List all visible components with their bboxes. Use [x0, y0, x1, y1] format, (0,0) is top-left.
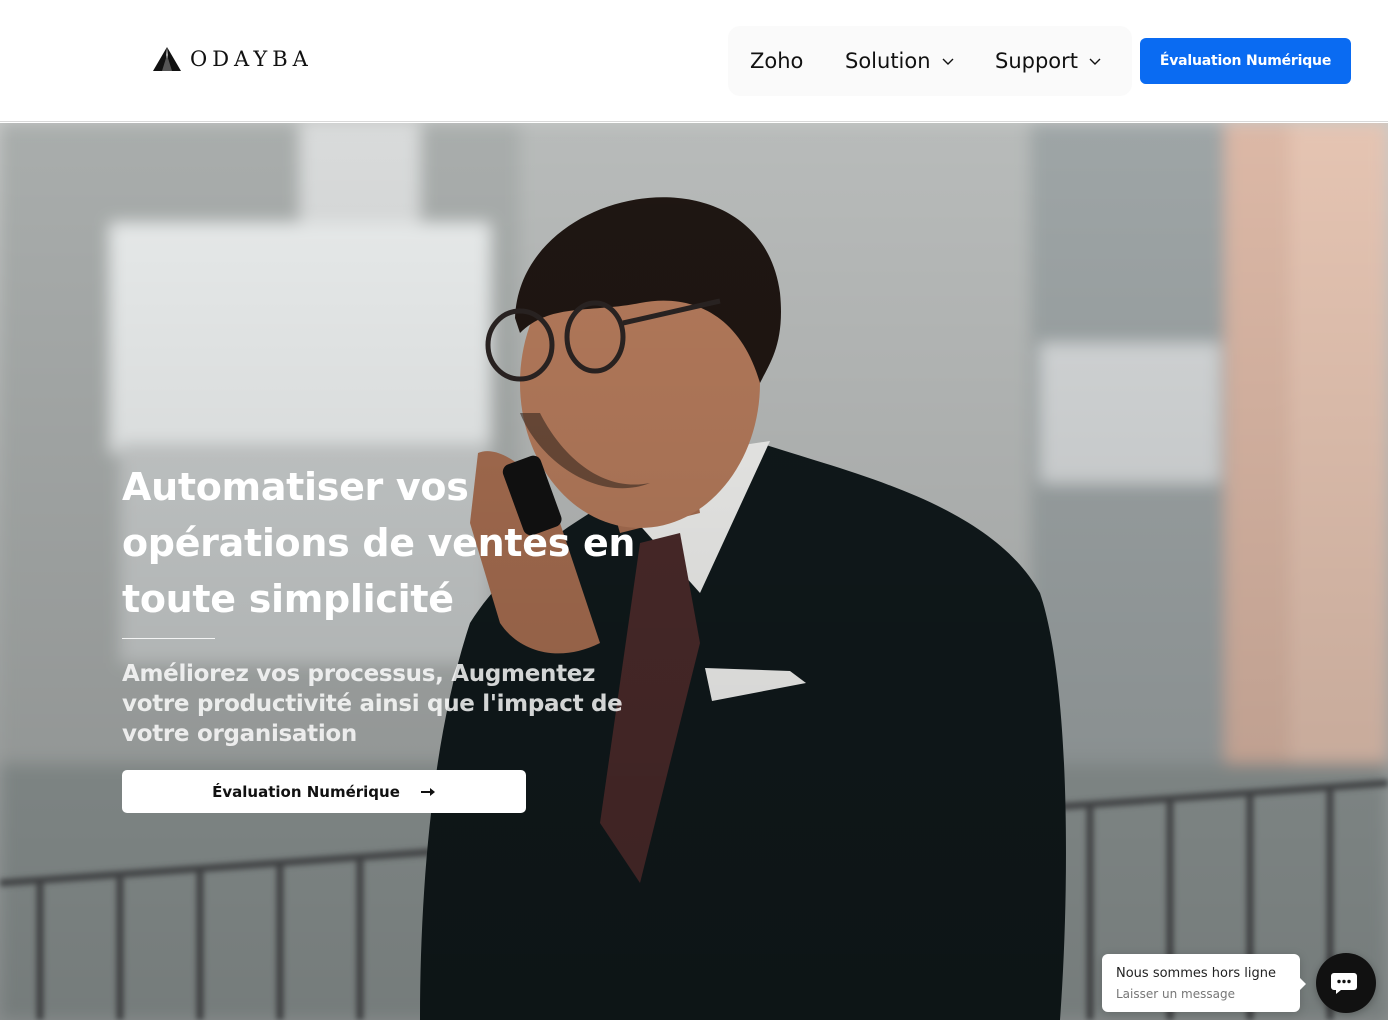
chat-offline-bubble[interactable]: Nous sommes hors ligne Laisser un messag…: [1102, 954, 1306, 1012]
chevron-down-icon: [941, 56, 955, 66]
chat-icon: [1331, 973, 1357, 994]
nav-item-label: Support: [995, 49, 1079, 73]
hero-divider: [122, 638, 215, 639]
button-label: Évaluation Numérique: [212, 782, 400, 801]
odayba-logo-icon: [153, 47, 181, 71]
logo-text: ODAYBA: [190, 46, 313, 71]
evaluation-button-hero[interactable]: Évaluation Numérique: [122, 770, 526, 813]
nav-item-solution[interactable]: Solution: [845, 44, 955, 78]
logo[interactable]: ODAYBA: [152, 45, 313, 73]
chat-status-text: Nous sommes hors ligne: [1116, 966, 1276, 981]
evaluation-button-header[interactable]: Évaluation Numérique: [1140, 38, 1351, 84]
hero-section: Automatiser vos opérations de ventes en …: [0, 123, 1388, 1020]
chevron-down-icon: [1088, 56, 1102, 66]
chat-action-text: Laisser un message: [1116, 987, 1235, 1001]
arrow-right-icon: [420, 787, 435, 796]
nav-item-label: Zoho: [750, 49, 804, 73]
nav-item-support[interactable]: Support: [995, 44, 1102, 78]
nav-item-label: Solution: [845, 49, 931, 73]
nav-item-zoho[interactable]: Zoho: [750, 44, 803, 78]
site-header: ODAYBA Zoho Solution Support Évaluation …: [0, 0, 1388, 122]
chat-launcher-button[interactable]: [1316, 953, 1376, 1013]
hero-subheadline: Améliorez vos processus, Augmentez votre…: [122, 661, 623, 747]
hero-headline: Automatiser vos opérations de ventes en …: [122, 465, 636, 621]
